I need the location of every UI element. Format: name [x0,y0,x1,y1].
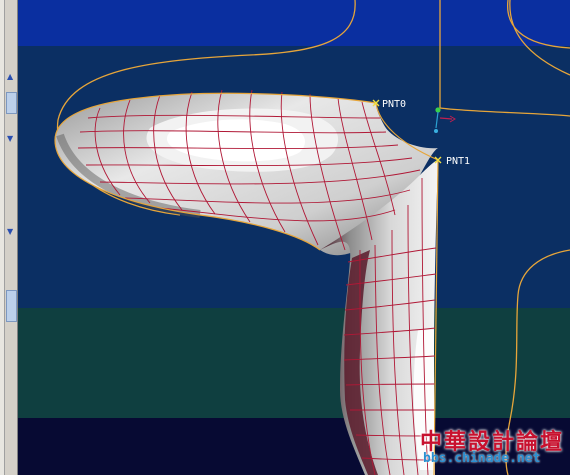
pnt1-label: PNT1 [446,156,470,167]
model-viewport[interactable]: PNT0 PNT1 [18,0,570,475]
panel-scroll-handle[interactable] [6,290,17,322]
cad-application: ▲ ▼ ▼ PNT0 PNT1 中華設計論壇 bbs.chinade.net [0,0,570,475]
panel-edge [0,0,5,475]
background-bands [18,0,570,475]
chevron-down-icon[interactable]: ▼ [7,228,15,236]
watermark-logo: 中華設計論壇 bbs.chinade.net [405,424,570,472]
watermark-url-text: bbs.chinade.net [423,451,541,466]
left-dock-panel: ▲ ▼ ▼ [0,0,18,475]
chevron-down-icon[interactable]: ▼ [7,135,15,143]
viewport-canvas[interactable]: PNT0 PNT1 [18,0,570,475]
pnt0-label: PNT0 [382,99,406,110]
chevron-up-icon[interactable]: ▲ [7,73,15,81]
panel-toggle-handle[interactable] [6,92,17,114]
